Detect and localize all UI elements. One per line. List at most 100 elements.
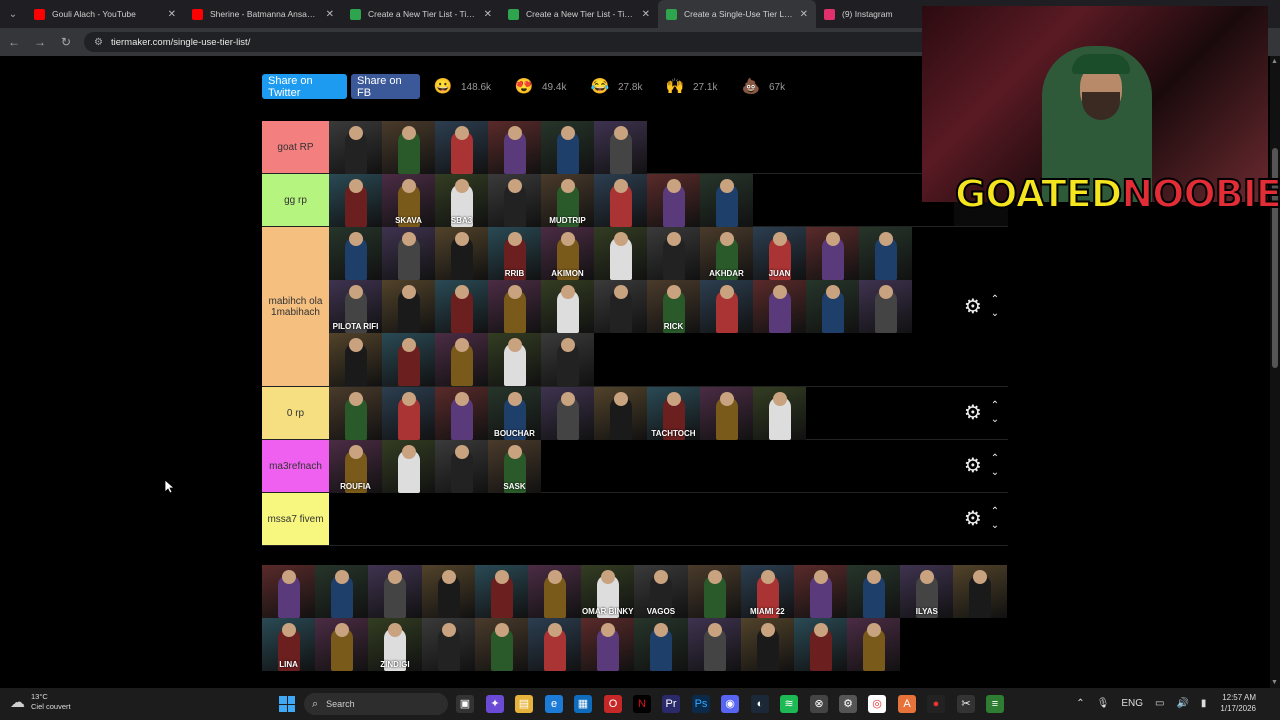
- character-thumbnail[interactable]: [329, 227, 382, 280]
- close-tab-icon[interactable]: ✕: [800, 9, 808, 20]
- browser-tab[interactable]: Create a New Tier List - TierMa ✕: [342, 0, 500, 28]
- character-thumbnail[interactable]: [435, 121, 488, 174]
- battery-icon[interactable]: ▮: [1201, 698, 1207, 709]
- close-tab-icon[interactable]: ✕: [642, 9, 650, 20]
- taskbar-search[interactable]: ⌕ Search: [304, 693, 448, 715]
- browser-tab[interactable]: Sherine - Batmanna Ansak | ال ✕: [184, 0, 342, 28]
- character-thumbnail[interactable]: [488, 280, 541, 333]
- character-thumbnail[interactable]: JUAN: [753, 227, 806, 280]
- character-thumbnail[interactable]: [527, 618, 582, 671]
- character-thumbnail[interactable]: [262, 565, 316, 618]
- browser-tab[interactable]: Create a New Tier List - TierMa ✕: [500, 0, 658, 28]
- reaction-button[interactable]: 😂 27.8k: [590, 76, 643, 98]
- character-thumbnail[interactable]: [382, 280, 435, 333]
- character-thumbnail[interactable]: SASK: [488, 440, 541, 493]
- character-thumbnail[interactable]: AKIMON: [541, 227, 594, 280]
- display-icon[interactable]: ▭: [1155, 698, 1164, 709]
- character-thumbnail[interactable]: [687, 618, 741, 671]
- tier-settings-gear-icon[interactable]: ⚙: [963, 297, 983, 317]
- character-thumbnail[interactable]: ILYAS: [900, 565, 954, 618]
- character-thumbnail[interactable]: TACHTOCH: [647, 387, 700, 440]
- character-thumbnail[interactable]: [382, 227, 435, 280]
- page-scrollbar[interactable]: ▲ ▼: [1270, 56, 1280, 688]
- character-thumbnail[interactable]: [793, 618, 848, 671]
- microphone-icon[interactable]: 🎙: [1097, 698, 1110, 709]
- character-thumbnail[interactable]: BOUCHAR: [488, 387, 541, 440]
- tier-label[interactable]: ma3refnach: [262, 440, 329, 492]
- reaction-button[interactable]: 😀 148.6k: [433, 76, 491, 98]
- notepad-icon[interactable]: ≡: [986, 695, 1004, 713]
- character-thumbnail[interactable]: [315, 565, 369, 618]
- back-icon[interactable]: ←: [2, 30, 26, 54]
- character-thumbnail[interactable]: [421, 618, 475, 671]
- character-thumbnail[interactable]: [700, 174, 753, 227]
- spotify-icon[interactable]: ≋: [780, 695, 798, 713]
- move-tier-down-icon[interactable]: ⌄: [991, 413, 999, 427]
- character-thumbnail[interactable]: [647, 174, 700, 227]
- character-thumbnail[interactable]: [687, 565, 741, 618]
- character-thumbnail[interactable]: [382, 333, 435, 386]
- snipping-icon[interactable]: ✂: [957, 695, 975, 713]
- character-thumbnail[interactable]: MUDTRIP: [541, 174, 594, 227]
- taskbar-clock[interactable]: 12:57 AM 1/17/2026: [1220, 692, 1256, 714]
- share-twitter-button[interactable]: Share on Twitter: [262, 74, 347, 99]
- character-thumbnail[interactable]: [329, 174, 382, 227]
- character-thumbnail[interactable]: [700, 280, 753, 333]
- volume-icon[interactable]: 🔊: [1176, 698, 1188, 709]
- obs-icon[interactable]: ●: [927, 695, 945, 713]
- character-thumbnail[interactable]: VAGOS: [634, 565, 688, 618]
- character-thumbnail[interactable]: [435, 440, 488, 493]
- character-thumbnail[interactable]: [474, 565, 528, 618]
- character-thumbnail[interactable]: [488, 121, 541, 174]
- character-thumbnail[interactable]: OMAR BINKY: [581, 565, 635, 618]
- character-thumbnail[interactable]: [647, 227, 700, 280]
- tier-label[interactable]: goat RP: [262, 121, 329, 173]
- tier-settings-gear-icon[interactable]: ⚙: [963, 403, 983, 423]
- character-thumbnail[interactable]: [435, 333, 488, 386]
- close-tab-icon[interactable]: ✕: [168, 9, 176, 20]
- scroll-down-icon[interactable]: ▼: [1271, 679, 1278, 686]
- character-thumbnail[interactable]: [382, 121, 435, 174]
- character-thumbnail[interactable]: SBA3: [435, 174, 488, 227]
- character-thumbnail[interactable]: [527, 565, 582, 618]
- character-thumbnail[interactable]: [541, 280, 594, 333]
- tier-label[interactable]: mabihch ola 1mabihach: [262, 227, 329, 386]
- edge-icon[interactable]: e: [545, 695, 563, 713]
- character-thumbnail[interactable]: [368, 565, 422, 618]
- character-thumbnail[interactable]: [329, 333, 382, 386]
- character-thumbnail[interactable]: [421, 565, 475, 618]
- close-tab-icon[interactable]: ✕: [326, 9, 334, 20]
- close-tab-icon[interactable]: ✕: [484, 9, 492, 20]
- character-thumbnail[interactable]: [700, 387, 753, 440]
- chrome-icon[interactable]: ◎: [868, 695, 886, 713]
- reload-icon[interactable]: ↻: [54, 30, 78, 54]
- character-thumbnail[interactable]: [315, 618, 369, 671]
- character-thumbnail[interactable]: [859, 280, 912, 333]
- character-thumbnail[interactable]: [594, 174, 647, 227]
- scroll-up-icon[interactable]: ▲: [1271, 58, 1278, 65]
- language-indicator[interactable]: ENG: [1121, 698, 1143, 709]
- character-thumbnail[interactable]: [859, 227, 912, 280]
- character-thumbnail[interactable]: [806, 227, 859, 280]
- move-tier-down-icon[interactable]: ⌄: [991, 307, 999, 321]
- steam-icon[interactable]: ◐: [751, 695, 769, 713]
- move-tier-up-icon[interactable]: ⌃: [991, 293, 999, 307]
- tray-chevron-icon[interactable]: ⌃: [1076, 698, 1084, 709]
- character-thumbnail[interactable]: [594, 280, 647, 333]
- tab-search-menu-icon[interactable]: ⌄: [0, 0, 26, 28]
- character-thumbnail[interactable]: [435, 280, 488, 333]
- character-thumbnail[interactable]: [541, 387, 594, 440]
- browser-tab[interactable]: Gouli Alach - YouTube ✕: [26, 0, 184, 28]
- character-thumbnail[interactable]: [793, 565, 848, 618]
- character-thumbnail[interactable]: [753, 387, 806, 440]
- character-thumbnail[interactable]: SKAVA: [382, 174, 435, 227]
- settings-icon[interactable]: ⚙: [839, 695, 857, 713]
- character-thumbnail[interactable]: [581, 618, 635, 671]
- character-thumbnail[interactable]: [847, 565, 901, 618]
- character-thumbnail[interactable]: [847, 618, 901, 671]
- windows-start-icon[interactable]: [279, 696, 295, 712]
- url-bar[interactable]: ⚙ tiermaker.com/single-use-tier-list/: [84, 32, 964, 52]
- weather-widget[interactable]: ☁ 13°C Ciel couvert: [10, 692, 71, 712]
- character-thumbnail[interactable]: [474, 618, 528, 671]
- move-tier-down-icon[interactable]: ⌄: [991, 466, 999, 480]
